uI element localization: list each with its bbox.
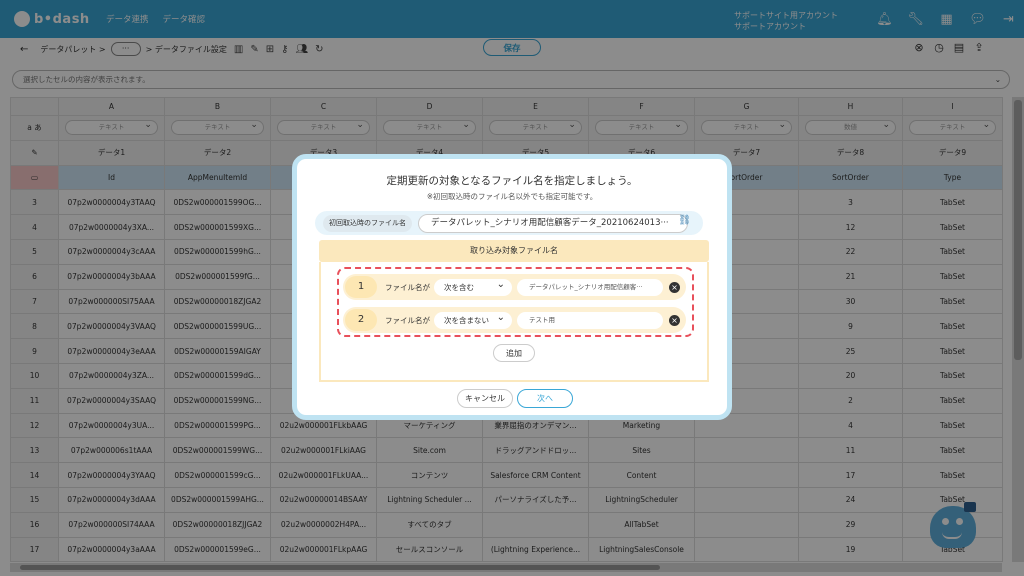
condition-value-input[interactable]: データパレット_シナリオ用配信顧客···	[517, 278, 663, 296]
initial-file-row: 初回取込時のファイル名 データパレット_シナリオ用配信顧客データ_2021062…	[315, 211, 703, 235]
add-condition-button[interactable]: 追加	[493, 344, 535, 362]
condition-operator-select[interactable]: 次を含む	[434, 276, 512, 296]
cancel-button[interactable]: キャンセル	[457, 389, 513, 408]
initial-file-label: 初回取込時のファイル名	[323, 214, 412, 232]
target-files-header: 取り込み対象ファイル名	[319, 240, 709, 262]
condition-value-input[interactable]: テスト用	[517, 311, 663, 329]
condition-row: 2 ファイル名が 次を含まない テスト用 ×	[343, 307, 686, 333]
condition-number: 2	[345, 309, 377, 331]
initial-file-field[interactable]: データパレット_シナリオ用配信顧客データ_20210624013···	[418, 213, 688, 233]
dialog-subtitle: ※初回取込時のファイル名以外でも指定可能です。	[426, 192, 598, 201]
remove-condition-icon[interactable]: ×	[669, 314, 680, 326]
remove-condition-icon[interactable]: ×	[669, 281, 680, 293]
condition-number: 1	[345, 276, 377, 298]
condition-operator-select[interactable]: 次を含まない	[434, 309, 512, 329]
link-icon[interactable]: ⛓︎	[678, 215, 691, 226]
condition-label: ファイル名が	[385, 315, 430, 325]
dialog-title: 定期更新の対象となるファイル名を指定しましょう。	[386, 175, 638, 187]
conditions-highlight: 1 ファイル名が 次を含む データパレット_シナリオ用配信顧客··· × 2 フ…	[337, 267, 694, 337]
next-button[interactable]: 次へ	[517, 389, 573, 408]
condition-row: 1 ファイル名が 次を含む データパレット_シナリオ用配信顧客··· ×	[343, 274, 686, 300]
condition-label: ファイル名が	[385, 282, 430, 292]
target-files-panel: 1 ファイル名が 次を含む データパレット_シナリオ用配信顧客··· × 2 フ…	[319, 262, 709, 382]
file-name-dialog: 定期更新の対象となるファイル名を指定しましょう。 ※初回取込時のファイル名以外で…	[292, 154, 732, 420]
